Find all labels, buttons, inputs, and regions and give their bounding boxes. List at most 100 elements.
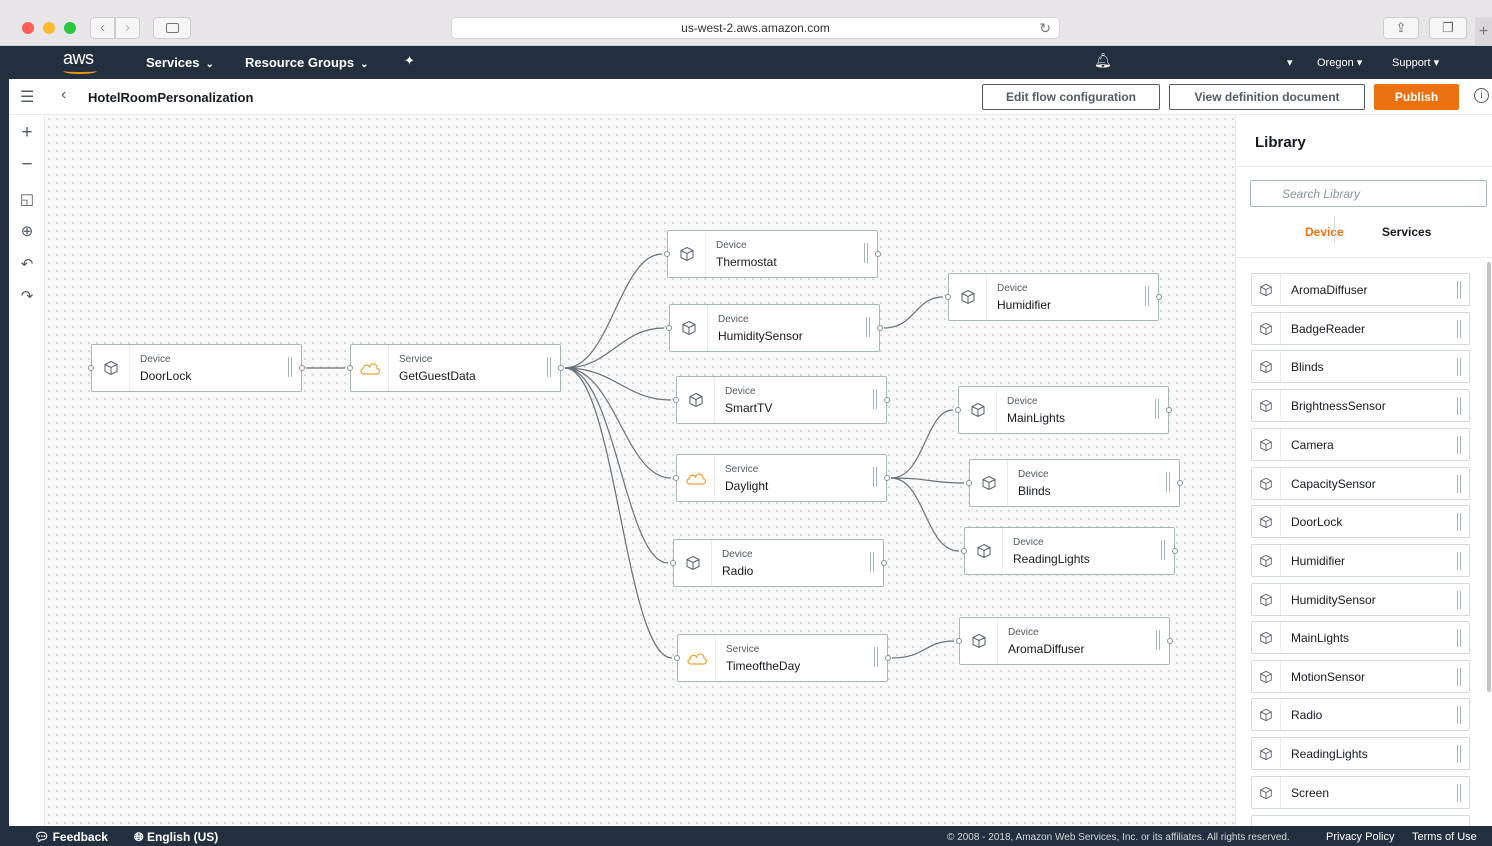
library-item-humiditysensor[interactable]: HumiditySensor bbox=[1251, 583, 1470, 616]
drag-handle-icon[interactable] bbox=[866, 317, 870, 337]
node-thermostat[interactable]: Device Thermostat bbox=[664, 230, 881, 278]
drag-handle-icon[interactable] bbox=[1161, 540, 1165, 560]
tab-services[interactable]: Services bbox=[1382, 225, 1431, 239]
output-port[interactable] bbox=[885, 655, 891, 661]
library-item-readinglights[interactable]: ReadingLights bbox=[1251, 737, 1470, 770]
output-port[interactable] bbox=[1166, 407, 1172, 413]
center-target-icon[interactable]: ⊕ bbox=[9, 222, 45, 240]
output-port[interactable] bbox=[881, 560, 887, 566]
drag-handle-icon[interactable] bbox=[1457, 706, 1461, 724]
library-item-capacitysensor[interactable]: CapacitySensor bbox=[1251, 467, 1470, 500]
close-window-button[interactable] bbox=[22, 22, 34, 34]
output-port[interactable] bbox=[299, 365, 305, 371]
redo-icon[interactable]: ↷ bbox=[9, 287, 45, 305]
library-item-mainlights[interactable]: MainLights bbox=[1251, 621, 1470, 654]
privacy-policy-link[interactable]: Privacy Policy bbox=[1326, 831, 1394, 843]
output-port[interactable] bbox=[1172, 548, 1178, 554]
back-arrow-icon[interactable]: ‹ bbox=[61, 86, 66, 104]
library-scrollbar[interactable] bbox=[1487, 262, 1491, 692]
drag-handle-icon[interactable] bbox=[1457, 745, 1461, 763]
output-port[interactable] bbox=[1167, 638, 1173, 644]
reload-icon[interactable]: ↻ bbox=[1039, 18, 1051, 38]
library-item-radio[interactable]: Radio bbox=[1251, 698, 1470, 731]
library-item-screen[interactable]: Screen bbox=[1251, 776, 1470, 809]
node-aromadiffuser[interactable]: Device AromaDiffuser bbox=[956, 617, 1173, 665]
drag-handle-icon[interactable] bbox=[1145, 286, 1149, 306]
drag-handle-icon[interactable] bbox=[870, 552, 874, 572]
aws-logo[interactable]: aws bbox=[63, 48, 94, 69]
library-item-partial[interactable] bbox=[1251, 815, 1470, 826]
drag-handle-icon[interactable] bbox=[1457, 320, 1461, 338]
drag-handle-icon[interactable] bbox=[1457, 513, 1461, 531]
drag-handle-icon[interactable] bbox=[1457, 358, 1461, 376]
output-port[interactable] bbox=[875, 251, 881, 257]
undo-icon[interactable]: ↶ bbox=[9, 255, 45, 273]
bell-icon[interactable]: 🔔︎ bbox=[1094, 52, 1112, 69]
drag-handle-icon[interactable] bbox=[1457, 668, 1461, 686]
library-item-blinds[interactable]: Blinds bbox=[1251, 350, 1470, 383]
view-definition-document-button[interactable]: View definition document bbox=[1169, 84, 1365, 110]
feedback-link[interactable]: 💬︎ Feedback bbox=[34, 830, 108, 844]
tab-device[interactable]: Device bbox=[1305, 225, 1344, 239]
support-menu[interactable]: Support ▾ bbox=[1392, 56, 1439, 69]
browser-forward-button[interactable]: › bbox=[115, 17, 140, 39]
output-port[interactable] bbox=[884, 397, 890, 403]
output-port[interactable] bbox=[877, 325, 883, 331]
new-tab-button[interactable]: + bbox=[1475, 17, 1492, 47]
node-humiditysensor[interactable]: Device HumiditySensor bbox=[666, 304, 883, 352]
minimize-window-button[interactable] bbox=[43, 22, 55, 34]
account-menu-caret[interactable]: ▾ bbox=[1287, 56, 1293, 69]
share-button[interactable]: ⇪ bbox=[1383, 17, 1419, 39]
library-item-brightnesssensor[interactable]: BrightnessSensor bbox=[1251, 389, 1470, 422]
node-doorlock[interactable]: Device DoorLock bbox=[88, 344, 305, 392]
drag-handle-icon[interactable] bbox=[1155, 399, 1159, 419]
drag-handle-icon[interactable] bbox=[1457, 436, 1461, 454]
node-radio[interactable]: Device Radio bbox=[670, 539, 887, 587]
drag-handle-icon[interactable] bbox=[1457, 397, 1461, 415]
node-smarttv[interactable]: Device SmartTV bbox=[673, 376, 890, 424]
show-tabs-button[interactable]: ❐ bbox=[1429, 17, 1467, 39]
drag-handle-icon[interactable] bbox=[864, 243, 868, 263]
library-item-motionsensor[interactable]: MotionSensor bbox=[1251, 660, 1470, 693]
services-menu[interactable]: Services ⌄ bbox=[146, 55, 214, 70]
terms-of-use-link[interactable]: Terms of Use bbox=[1412, 831, 1477, 843]
library-item-camera[interactable]: Camera bbox=[1251, 428, 1470, 461]
browser-back-button[interactable]: ‹ bbox=[90, 17, 115, 39]
library-item-doorlock[interactable]: DoorLock bbox=[1251, 505, 1470, 538]
language-selector[interactable]: 🌐︎ English (US) bbox=[134, 830, 218, 845]
drag-handle-icon[interactable] bbox=[1457, 475, 1461, 493]
drag-handle-icon[interactable] bbox=[288, 357, 292, 377]
drag-handle-icon[interactable] bbox=[1457, 784, 1461, 802]
resource-groups-menu[interactable]: Resource Groups ⌄ bbox=[245, 55, 368, 70]
drag-handle-icon[interactable] bbox=[1156, 630, 1160, 650]
node-getguestdata[interactable]: Service GetGuestData bbox=[347, 344, 564, 392]
drag-handle-icon[interactable] bbox=[1457, 591, 1461, 609]
edit-flow-configuration-button[interactable]: Edit flow configuration bbox=[982, 84, 1160, 110]
drag-handle-icon[interactable] bbox=[874, 647, 878, 667]
drag-handle-icon[interactable] bbox=[873, 467, 877, 487]
drag-handle-icon[interactable] bbox=[1166, 472, 1170, 492]
info-icon[interactable]: i bbox=[1474, 88, 1489, 103]
hamburger-menu-icon[interactable]: ☰ bbox=[20, 87, 34, 107]
node-humidifier[interactable]: Device Humidifier bbox=[945, 273, 1162, 321]
drag-handle-icon[interactable] bbox=[1457, 629, 1461, 647]
output-port[interactable] bbox=[558, 365, 564, 371]
fit-to-screen-icon[interactable]: ◱ bbox=[9, 190, 45, 208]
node-daylight[interactable]: Service Daylight bbox=[673, 454, 890, 502]
node-blinds[interactable]: Device Blinds bbox=[966, 459, 1183, 507]
node-mainlights[interactable]: Device MainLights bbox=[955, 386, 1172, 434]
output-port[interactable] bbox=[1156, 294, 1162, 300]
address-bar[interactable]: us-west-2.aws.amazon.com ↻ bbox=[451, 17, 1060, 39]
browser-sidebar-button[interactable] bbox=[153, 17, 191, 39]
output-port[interactable] bbox=[884, 475, 890, 481]
search-library-input[interactable] bbox=[1250, 180, 1487, 207]
region-menu[interactable]: Oregon ▾ bbox=[1317, 56, 1362, 69]
zoom-in-icon[interactable]: + bbox=[9, 122, 45, 144]
zoom-window-button[interactable] bbox=[64, 22, 76, 34]
output-port[interactable] bbox=[1177, 480, 1183, 486]
drag-handle-icon[interactable] bbox=[1457, 552, 1461, 570]
zoom-out-icon[interactable]: − bbox=[9, 154, 45, 176]
node-readinglights[interactable]: Device ReadingLights bbox=[961, 527, 1178, 575]
drag-handle-icon[interactable] bbox=[1457, 281, 1461, 299]
drag-handle-icon[interactable] bbox=[873, 389, 877, 409]
